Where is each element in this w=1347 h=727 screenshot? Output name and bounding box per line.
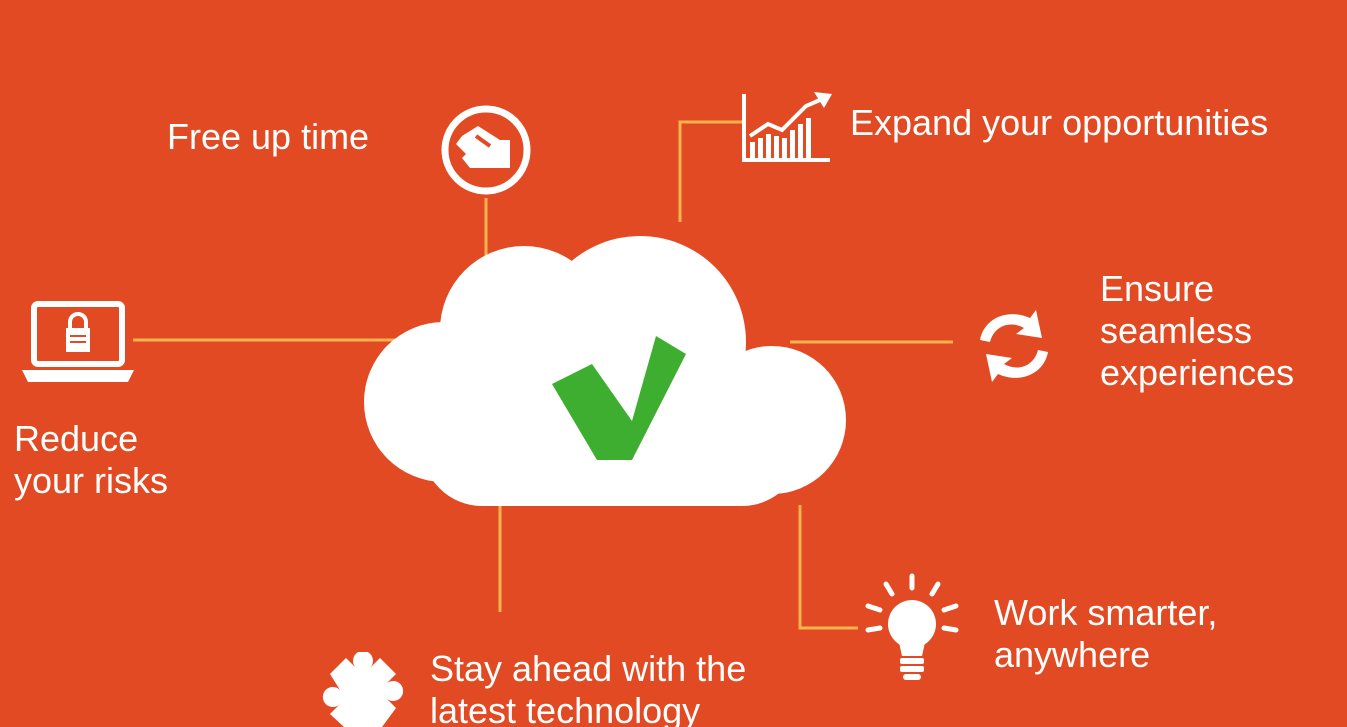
label-line: anywhere (994, 634, 1151, 675)
puzzle-piece-icon (322, 652, 404, 727)
cloud-benefits-diagram: Free up time Expand your opportunities E… (0, 0, 1347, 727)
label-stay-ahead: Stay ahead with the latest technology (430, 648, 746, 727)
label-line: Work smarter, (994, 592, 1218, 633)
label-expand-opportunities: Expand your opportunities (850, 102, 1269, 143)
label-line: experiences (1100, 352, 1295, 393)
label-line: Stay ahead with the (430, 648, 747, 689)
label-line: your risks (14, 460, 169, 501)
label-ensure-seamless: Ensure seamless experiences (1100, 268, 1294, 394)
label-line: seamless (1100, 310, 1253, 351)
laptop-lock-icon (22, 301, 134, 382)
label-free-up-time: Free up time (167, 116, 370, 157)
label-line: Ensure (1100, 268, 1215, 309)
hand-clock-icon (441, 105, 531, 195)
cloud-icon (364, 236, 846, 506)
connector-work-smarter (798, 505, 858, 630)
label-work-smarter: Work smarter, anywhere (994, 592, 1217, 676)
refresh-icon (980, 310, 1048, 382)
label-line: Reduce (14, 418, 139, 459)
connector-expand (678, 120, 742, 222)
growth-chart-icon (742, 92, 832, 162)
label-line: latest technology (430, 690, 701, 727)
lightbulb-icon (865, 573, 959, 680)
label-reduce-risks: Reduce your risks (14, 418, 168, 502)
